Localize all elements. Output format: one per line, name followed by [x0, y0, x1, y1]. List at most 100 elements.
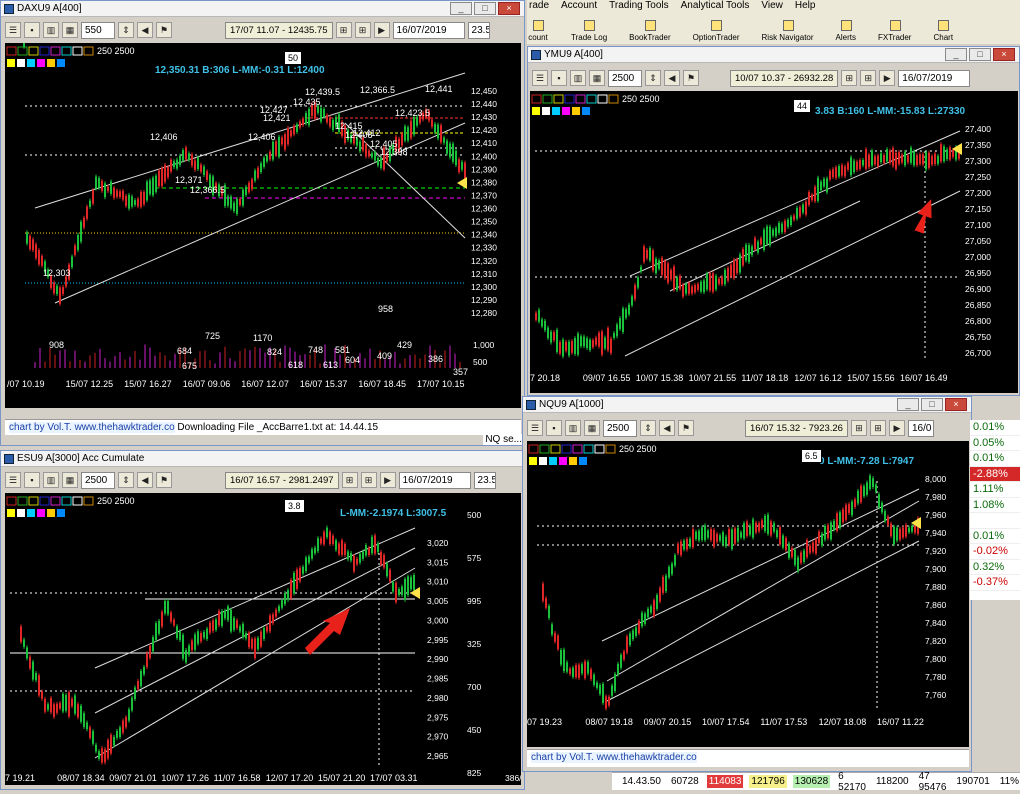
price-candle — [194, 634, 196, 650]
price-candle — [437, 124, 439, 139]
menu-trade[interactable]: rade — [529, 0, 549, 12]
spinner-icon[interactable]: ⇕ — [645, 70, 661, 86]
price-candle — [602, 683, 604, 703]
sound-icon[interactable]: ◀ — [137, 22, 153, 38]
esu-left-tick: 700 — [467, 682, 481, 692]
indicator-b-icon[interactable]: ⊞ — [860, 70, 877, 86]
price-candle — [697, 284, 699, 290]
toolbar-account[interactable]: count — [527, 19, 549, 42]
ymu-history-field[interactable]: 10/07 10.37 - 26932.28 — [730, 69, 839, 87]
save-icon[interactable]: ▪ — [24, 472, 40, 488]
indicator-a-icon[interactable]: ⊞ — [850, 420, 867, 436]
nq-tab-fragment[interactable]: NQ se... — [483, 434, 524, 445]
save-icon[interactable]: ▪ — [24, 22, 40, 38]
toolbar-mini-icon — [72, 496, 83, 506]
ymu-chart[interactable]: 250 2500 3.83 B:160 L-MM:-15.83 L:27330 27… — [530, 91, 1018, 393]
close-button[interactable]: × — [498, 2, 520, 15]
nqu-chart-svg[interactable]: 250 2500 0 L-MM:-7.28 L:7947 8,000 7,980 7,9… — [527, 441, 969, 747]
flag-icon[interactable]: ⚑ — [678, 420, 694, 436]
flag-icon[interactable]: ⚑ — [683, 70, 699, 86]
esu-size-field[interactable]: 2500 — [81, 471, 115, 489]
flag-icon[interactable]: ⚑ — [156, 472, 172, 488]
menu-icon[interactable]: ☰ — [532, 70, 548, 86]
grid-icon[interactable]: ▦ — [62, 472, 78, 488]
ymu-size-field[interactable]: 2500 — [608, 69, 642, 87]
nqu-chart[interactable]: 250 2500 0 L-MM:-7.28 L:7947 8,000 7,980 7,9… — [527, 441, 969, 747]
dax-chart[interactable]: 250 2500 12,350.31 B:306 L-MM:-0.31 L:124… — [5, 43, 521, 408]
play-icon[interactable]: ▶ — [888, 420, 905, 436]
indicator-b-icon[interactable]: ⊞ — [354, 22, 371, 38]
menu-view[interactable]: View — [761, 0, 783, 12]
toolbar-trade-log[interactable]: Trade Log — [571, 19, 607, 42]
close-button[interactable]: × — [945, 398, 967, 411]
spinner-icon[interactable]: ⇕ — [118, 22, 134, 38]
close-button[interactable]: × — [993, 48, 1015, 61]
dax-chart-svg[interactable]: 250 2500 12,350.31 B:306 L-MM:-0.31 L:124… — [5, 43, 521, 408]
menu-icon[interactable]: ☰ — [527, 420, 543, 436]
nqu-history-field[interactable]: 16/07 15.32 - 7923.26 — [745, 419, 848, 437]
spinner-icon[interactable]: ⇕ — [640, 420, 656, 436]
maximize-button[interactable]: □ — [969, 48, 991, 61]
chart-type-icon[interactable]: ▥ — [570, 70, 586, 86]
menu-account[interactable]: Account — [561, 0, 597, 12]
indicator-b-icon[interactable]: ⊞ — [360, 472, 377, 488]
menu-help[interactable]: Help — [795, 0, 816, 12]
menu-trading-tools[interactable]: Trading Tools — [609, 0, 668, 12]
grid-icon[interactable]: ▦ — [584, 420, 600, 436]
esu-chart[interactable]: 250 2500 L-MM:-2.1974 L:3007.5 3,020 3,015 3… — [5, 493, 521, 785]
toolbar-optiontrader[interactable]: OptionTrader — [693, 19, 740, 42]
menu-icon[interactable]: ☰ — [5, 472, 21, 488]
minimize-button[interactable]: _ — [450, 2, 472, 15]
play-icon[interactable]: ▶ — [379, 472, 396, 488]
nqu-size-field[interactable]: 2500 — [603, 419, 637, 437]
toolbar-fxtrader[interactable]: FXTrader — [878, 19, 911, 42]
toolbar-chart[interactable]: Chart — [933, 19, 953, 42]
play-icon[interactable]: ▶ — [373, 22, 390, 38]
toolbar-booktrader[interactable]: BookTrader — [629, 19, 671, 42]
esu-chart-svg[interactable]: 250 2500 L-MM:-2.1974 L:3007.5 3,020 3,015 3… — [5, 493, 521, 785]
price-candle — [65, 695, 67, 711]
grid-icon[interactable]: ▦ — [62, 22, 78, 38]
play-icon[interactable]: ▶ — [879, 70, 896, 86]
spinner-icon[interactable]: ⇕ — [118, 472, 134, 488]
esu-date-field[interactable]: 16/07/2019 — [398, 471, 471, 489]
esu-history-field[interactable]: 16/07 16.57 - 2981.2497 — [225, 471, 339, 489]
price-candle — [380, 551, 382, 565]
dax-title-bar[interactable]: DAXU9 A[400] _ □ × — [1, 1, 524, 17]
indicator-a-icon[interactable]: ⊞ — [341, 472, 358, 488]
minimize-button[interactable]: _ — [897, 398, 919, 411]
chart-type-icon[interactable]: ▥ — [43, 472, 59, 488]
toolbar-alerts[interactable]: Alerts — [836, 19, 856, 42]
esu-title-bar[interactable]: ESU9 A[3000] Acc Cumulate — [1, 451, 524, 467]
indicator-b-icon[interactable]: ⊞ — [869, 420, 886, 436]
dax-size-field[interactable]: 550 — [81, 21, 115, 39]
menu-analytical-tools[interactable]: Analytical Tools — [681, 0, 750, 12]
maximize-button[interactable]: □ — [474, 2, 496, 15]
ymu-chart-svg[interactable]: 250 2500 3.83 B:160 L-MM:-15.83 L:27330 27… — [530, 91, 1018, 393]
price-candle — [98, 751, 100, 759]
dax-date-field[interactable]: 16/07/2019 — [392, 21, 465, 39]
nqu-title-bar[interactable]: NQU9 A[1000] _ □ × — [523, 397, 971, 413]
chart-type-icon[interactable]: ▥ — [565, 420, 581, 436]
ymu-date-field[interactable]: 16/07/2019 — [898, 69, 971, 87]
nqu-date-field[interactable]: 16/0 — [907, 419, 934, 437]
price-candle — [173, 161, 175, 168]
price-candle — [662, 576, 664, 593]
chart-type-icon[interactable]: ▥ — [43, 22, 59, 38]
dax-history-field[interactable]: 17/07 11.07 - 12435.75 — [225, 21, 333, 39]
sound-icon[interactable]: ◀ — [659, 420, 675, 436]
grid-icon[interactable]: ▦ — [589, 70, 605, 86]
toolbar-risk-navigator[interactable]: Risk Navigator — [762, 19, 814, 42]
maximize-button[interactable]: □ — [921, 398, 943, 411]
price-candle — [865, 149, 867, 169]
indicator-a-icon[interactable]: ⊞ — [841, 70, 858, 86]
minimize-button[interactable]: _ — [945, 48, 967, 61]
flag-icon[interactable]: ⚑ — [156, 22, 172, 38]
menu-icon[interactable]: ☰ — [5, 22, 21, 38]
ymu-title-bar[interactable]: YMU9 A[400] _ □ × — [528, 47, 1019, 63]
sound-icon[interactable]: ◀ — [137, 472, 153, 488]
sound-icon[interactable]: ◀ — [664, 70, 680, 86]
save-icon[interactable]: ▪ — [551, 70, 567, 86]
save-icon[interactable]: ▪ — [546, 420, 562, 436]
indicator-a-icon[interactable]: ⊞ — [335, 22, 352, 38]
